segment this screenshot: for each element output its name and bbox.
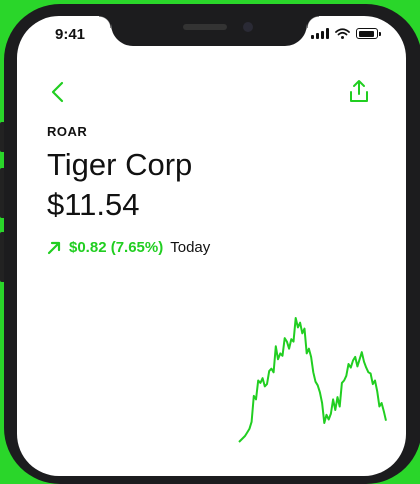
- wifi-icon: [335, 28, 350, 39]
- share-button[interactable]: [347, 78, 371, 104]
- camera: [243, 22, 253, 32]
- signal-icon: [311, 28, 329, 39]
- status-icons: [311, 28, 381, 39]
- back-button[interactable]: [47, 80, 69, 104]
- share-icon: [350, 80, 368, 102]
- stock-ticker: ROAR: [47, 124, 88, 139]
- change-period: Today: [170, 239, 211, 256]
- phone-frame: 9:41 ROAR Tiger Corp $11.54 $0.82 (7.65%…: [0, 0, 420, 484]
- notch: [99, 16, 319, 46]
- speaker: [183, 24, 227, 30]
- stock-price: $11.54: [47, 187, 140, 222]
- arrow-up-right-icon: [47, 241, 61, 254]
- price-change: $0.82 (7.65%): [69, 239, 164, 256]
- price-change-row: $0.82 (7.65%) Today: [47, 239, 210, 256]
- status-time: 9:41: [55, 26, 86, 43]
- price-line: [238, 317, 387, 443]
- battery-icon: [356, 28, 381, 39]
- price-chart[interactable]: [17, 296, 406, 476]
- chevron-left-icon: [51, 81, 64, 103]
- app-screen: 9:41 ROAR Tiger Corp $11.54 $0.82 (7.65%…: [17, 16, 406, 476]
- company-name: Tiger Corp: [47, 147, 193, 182]
